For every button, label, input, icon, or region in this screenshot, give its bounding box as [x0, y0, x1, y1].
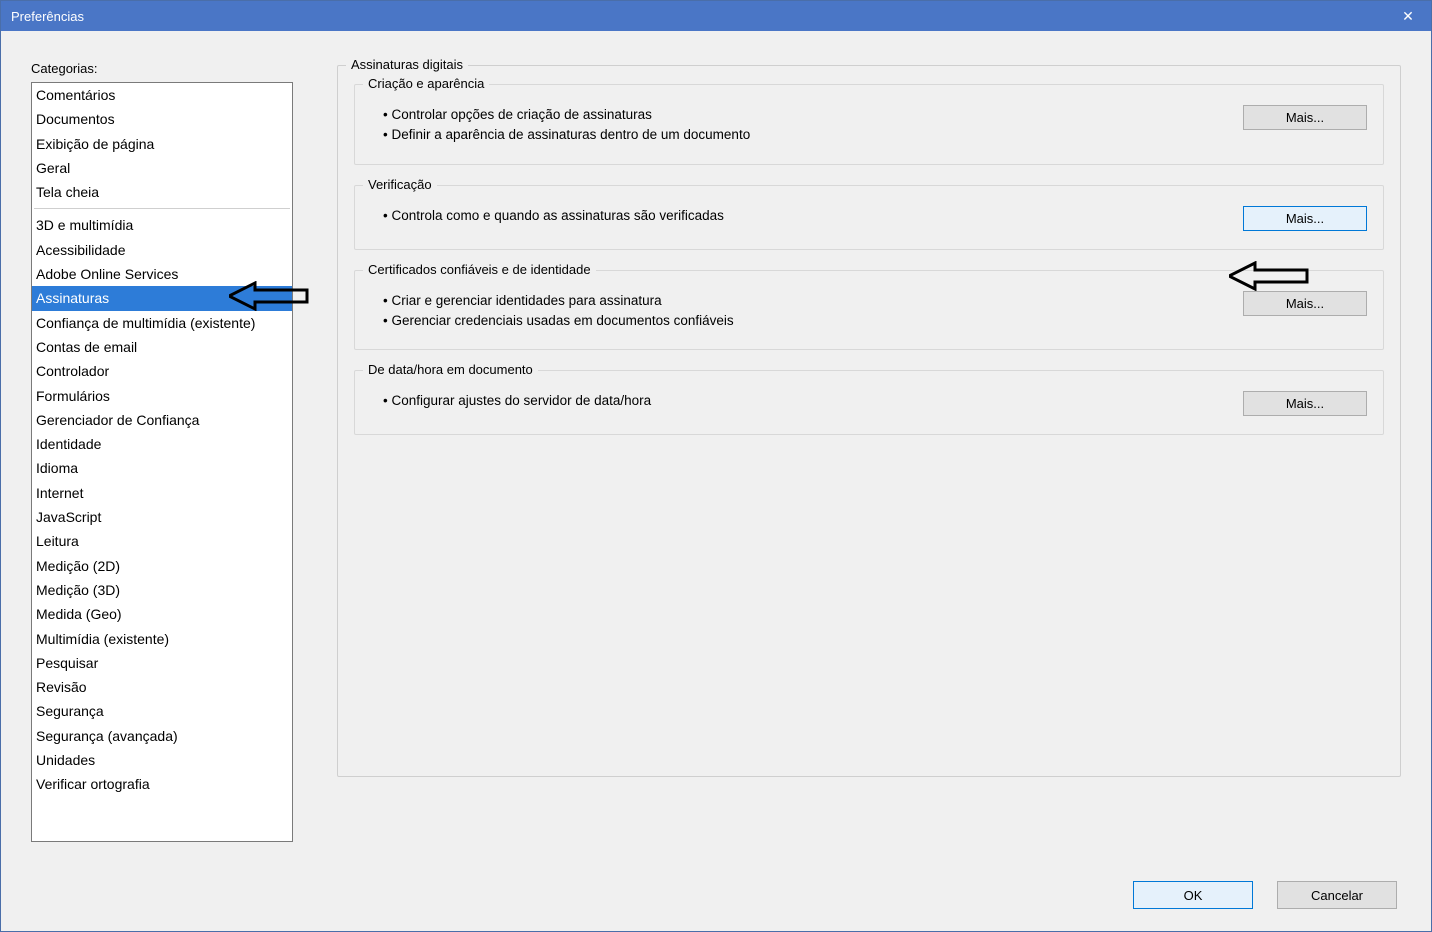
group-title: Assinaturas digitais — [346, 57, 468, 72]
more-button-certs[interactable]: Mais... — [1243, 291, 1367, 316]
list-item[interactable]: Contas de email — [32, 335, 292, 359]
list-item[interactable]: Idioma — [32, 456, 292, 480]
cancel-button[interactable]: Cancelar — [1277, 881, 1397, 909]
bullet-text: Controla como e quando as assinaturas sã… — [383, 206, 1223, 226]
section-creation-appearance: Criação e aparência Controlar opções de … — [354, 84, 1384, 165]
list-item[interactable]: Adobe Online Services — [32, 262, 292, 286]
more-button-timestamp[interactable]: Mais... — [1243, 391, 1367, 416]
list-item[interactable]: Identidade — [32, 432, 292, 456]
list-item[interactable]: Medição (2D) — [32, 554, 292, 578]
ok-button[interactable]: OK — [1133, 881, 1253, 909]
list-item[interactable]: Controlador — [32, 359, 292, 383]
list-item[interactable]: Internet — [32, 481, 292, 505]
dialog-content: Categorias: ComentáriosDocumentosExibiçã… — [1, 31, 1431, 931]
list-item[interactable]: Comentários — [32, 83, 292, 107]
bullet-text: Configurar ajustes do servidor de data/h… — [383, 391, 1223, 411]
bullet-text: Criar e gerenciar identidades para assin… — [383, 291, 1223, 311]
list-item[interactable]: Formulários — [32, 384, 292, 408]
list-item[interactable]: Verificar ortografia — [32, 772, 292, 796]
section-bullets: Criar e gerenciar identidades para assin… — [383, 291, 1223, 332]
list-item[interactable]: Exibição de página — [32, 132, 292, 156]
list-item[interactable]: 3D e multimídia — [32, 213, 292, 237]
section-title: Verificação — [363, 177, 437, 192]
digital-signatures-group: Assinaturas digitais Criação e aparência… — [337, 65, 1401, 777]
more-button-verification[interactable]: Mais... — [1243, 206, 1367, 231]
bullet-text: Controlar opções de criação de assinatur… — [383, 105, 1223, 125]
section-bullets: Controlar opções de criação de assinatur… — [383, 105, 1223, 146]
window-title: Preferências — [11, 9, 84, 24]
section-bullets: Configurar ajustes do servidor de data/h… — [383, 391, 1223, 411]
list-item[interactable]: Documentos — [32, 107, 292, 131]
list-item[interactable]: Medida (Geo) — [32, 602, 292, 626]
section-title: Criação e aparência — [363, 76, 489, 91]
section-title: De data/hora em documento — [363, 362, 538, 377]
section-bullets: Controla como e quando as assinaturas sã… — [383, 206, 1223, 226]
list-item[interactable]: JavaScript — [32, 505, 292, 529]
section-trusted-certs: Certificados confiáveis e de identidade … — [354, 270, 1384, 351]
list-item[interactable]: Unidades — [32, 748, 292, 772]
list-item[interactable]: Confiança de multimídia (existente) — [32, 311, 292, 335]
categories-column: Categorias: ComentáriosDocumentosExibiçã… — [31, 61, 293, 916]
more-button-creation[interactable]: Mais... — [1243, 105, 1367, 130]
categories-listbox[interactable]: ComentáriosDocumentosExibição de páginaG… — [31, 82, 293, 842]
list-item[interactable]: Revisão — [32, 675, 292, 699]
bullet-text: Gerenciar credenciais usadas em document… — [383, 311, 1223, 331]
list-item[interactable]: Medição (3D) — [32, 578, 292, 602]
list-item[interactable]: Assinaturas — [32, 286, 292, 310]
dialog-button-row: OK Cancelar — [1133, 881, 1397, 909]
list-item[interactable]: Acessibilidade — [32, 238, 292, 262]
section-verification: Verificação Controla como e quando as as… — [354, 185, 1384, 250]
preferences-dialog: Preferências ✕ Categorias: ComentáriosDo… — [0, 0, 1432, 932]
list-item[interactable]: Leitura — [32, 529, 292, 553]
list-item[interactable]: Tela cheia — [32, 180, 292, 204]
list-divider — [34, 208, 290, 209]
list-item[interactable]: Multimídia (existente) — [32, 627, 292, 651]
list-item[interactable]: Pesquisar — [32, 651, 292, 675]
section-title: Certificados confiáveis e de identidade — [363, 262, 596, 277]
list-item[interactable]: Gerenciador de Confiança — [32, 408, 292, 432]
categories-label: Categorias: — [31, 61, 293, 76]
section-timestamp: De data/hora em documento Configurar aju… — [354, 370, 1384, 435]
close-button[interactable]: ✕ — [1385, 1, 1431, 31]
close-icon: ✕ — [1402, 8, 1414, 25]
list-item[interactable]: Geral — [32, 156, 292, 180]
bullet-text: Definir a aparência de assinaturas dentr… — [383, 125, 1223, 145]
titlebar: Preferências ✕ — [1, 1, 1431, 31]
list-item[interactable]: Segurança (avançada) — [32, 724, 292, 748]
list-item[interactable]: Segurança — [32, 699, 292, 723]
settings-panel: Assinaturas digitais Criação e aparência… — [337, 61, 1401, 916]
